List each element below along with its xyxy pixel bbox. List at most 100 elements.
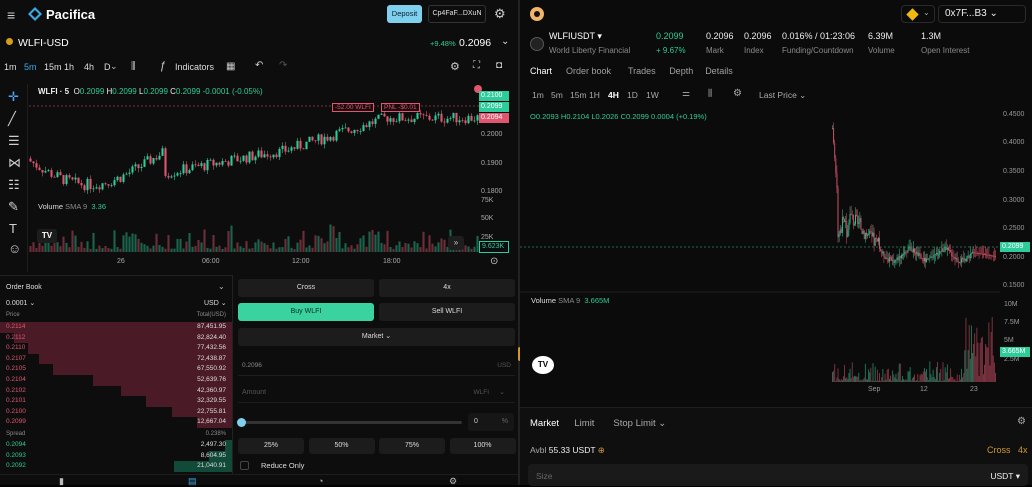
menu-icon[interactable]: ≡ [7, 8, 15, 22]
ask-row[interactable]: 0.2112 82,824.40 [0, 332, 232, 344]
percent-button-25[interactable]: 25% [238, 438, 304, 454]
percent-button-100[interactable]: 100% [449, 438, 516, 454]
order-tab-limit[interactable]: Limit [574, 418, 594, 429]
nav-trade-icon[interactable]: ▤ [188, 476, 197, 487]
wallet-button[interactable]: Cp4FaF...DXuN [428, 5, 486, 23]
ask-row[interactable]: 0.2110 77,432.56 [0, 343, 232, 354]
order-tab-stop-limit[interactable]: Stop Limit ⌄ [613, 418, 666, 429]
tradingview-logo[interactable]: TV [37, 229, 57, 243]
emoji-icon[interactable]: ☺ [8, 242, 21, 256]
indicators-button[interactable]: Indicators [175, 62, 214, 72]
timeframe-5m[interactable]: 5m [24, 62, 37, 72]
bid-row[interactable]: 0.2093 8,604.95 [0, 450, 232, 462]
camera-icon[interactable]: ◘ [496, 60, 502, 71]
ask-row[interactable]: 0.2114 87,451.95 [0, 322, 232, 333]
chevron-down-icon[interactable]: ⌄ [499, 388, 505, 396]
size-unit-select[interactable]: USDT ▾ [990, 471, 1020, 482]
order-type-select[interactable]: Market ⌄ [238, 328, 515, 346]
brush-icon[interactable]: ✎ [8, 200, 19, 214]
amount-slider[interactable] [240, 421, 462, 424]
tab-chart[interactable]: Chart [530, 66, 552, 76]
wallet-address-button[interactable]: 0x7F...B3 ⌄ [938, 5, 1026, 23]
pnl-label[interactable]: PNL -$0.01 [381, 103, 420, 112]
exchange-logo-icon[interactable] [530, 7, 544, 21]
deposit-button[interactable]: Deposit [387, 5, 422, 23]
ask-row[interactable]: 0.2104 52,639.76 [0, 375, 232, 386]
ask-row[interactable]: 0.2100 22,755.81 [0, 406, 232, 418]
layout-grid-icon[interactable]: ▦ [226, 61, 235, 72]
tab-trades[interactable]: Trades [628, 66, 656, 76]
price-chart[interactable]: WLFI · 5 O0.2099 H0.2099 L0.2099 C0.2099… [29, 84, 518, 272]
percent-button-50[interactable]: 50% [308, 438, 375, 454]
ask-row[interactable]: 0.2102 42,360.97 [0, 385, 232, 397]
tick-size-select[interactable]: 0.0001 ⌄ [6, 299, 35, 307]
position-label[interactable]: -52.00 WLFI [332, 103, 374, 112]
slider-percent-field[interactable]: 0 % [468, 413, 514, 431]
margin-mode-button[interactable]: Cross [987, 445, 1011, 455]
price-type-select[interactable]: Last Price ⌄ [759, 90, 806, 101]
timeframe-1H[interactable]: 1H [589, 90, 600, 100]
timeframe-1m[interactable]: 1m [4, 62, 17, 72]
chevron-down-icon[interactable]: ⌄ [218, 282, 225, 291]
text-icon[interactable]: T [9, 222, 17, 236]
timeframe-1D[interactable]: 1D [627, 90, 638, 100]
timeframe-5m[interactable]: 5m [551, 90, 563, 100]
timeframe-1h[interactable]: 1h [64, 62, 74, 72]
percent-button-75[interactable]: 75% [379, 438, 445, 454]
calculator-icon[interactable]: ⚙ [1017, 416, 1026, 427]
amount-field[interactable]: Amount WLFI ⌄ [238, 383, 515, 403]
bid-row[interactable]: 0.2094 2,497.30 [0, 440, 232, 451]
brand-name[interactable]: Pacifica [46, 7, 95, 22]
ticker-symbol-select[interactable]: WLFIUSDT ▾ [549, 31, 602, 42]
timeframe-15m[interactable]: 15m [570, 90, 587, 100]
candle-type-icon[interactable]: ⫼ [131, 61, 136, 72]
ask-row[interactable]: 0.2101 32,329.55 [0, 396, 232, 407]
buy-tab[interactable]: Buy WLFI [238, 303, 374, 321]
redo-icon[interactable]: ↷ [279, 60, 287, 71]
indicators-icon[interactable]: ƒ [160, 60, 166, 72]
ask-row[interactable]: 0.2099 12,667.04 [0, 417, 232, 428]
timeframe-15m[interactable]: 15m [44, 62, 62, 72]
timeframe-1m[interactable]: 1m [532, 90, 544, 100]
chart-settings-small-icon[interactable]: ⊙ [490, 256, 498, 267]
timeframe-4H[interactable]: 4H [608, 90, 619, 100]
timeframe-1W[interactable]: 1W [646, 90, 659, 100]
gear-icon[interactable]: ⚙ [494, 7, 506, 21]
size-input[interactable]: Size USDT ▾ [528, 464, 1028, 486]
undo-icon[interactable]: ↶ [255, 60, 263, 71]
leverage-button[interactable]: 4x [379, 279, 515, 297]
crosshair-icon[interactable]: ✛ [8, 90, 19, 104]
tab-depth[interactable]: Depth [669, 66, 693, 76]
currency-select[interactable]: USD ⌄ [204, 299, 227, 307]
slider-handle[interactable] [237, 418, 246, 427]
horizontal-lines-icon[interactable]: ☰ [8, 134, 20, 148]
timeframe-4h[interactable]: 4h [84, 62, 94, 72]
nav-settings-icon[interactable]: ⚙ [449, 476, 457, 487]
trendline-icon[interactable]: ╱ [8, 112, 16, 126]
order-tab-market[interactable]: Market [530, 418, 559, 429]
price-field[interactable]: 0.2096 USD [238, 356, 515, 376]
scroll-right-button[interactable]: » [448, 236, 464, 250]
tradingview-logo[interactable]: TV [532, 356, 554, 374]
symbol-label[interactable]: WLFI-USD [18, 37, 69, 49]
add-funds-icon[interactable]: ⊕ [598, 445, 605, 455]
pattern-icon[interactable]: ⋈ [8, 156, 21, 170]
network-select[interactable]: ⌄ [901, 5, 935, 23]
ask-row[interactable]: 0.2105 67,550.92 [0, 364, 232, 375]
chevron-down-icon[interactable]: ⌄ [501, 36, 509, 47]
ask-row[interactable]: 0.2107 72,438.87 [0, 353, 232, 365]
leverage-button[interactable]: 4x [1018, 445, 1028, 455]
reduce-only-checkbox[interactable] [240, 461, 249, 470]
chevron-down-icon[interactable]: ⌄ [110, 61, 118, 72]
cross-button[interactable]: Cross [238, 279, 374, 297]
fullscreen-icon[interactable]: ⛶ [473, 60, 480, 71]
bid-row[interactable]: 0.2092 21,040.91 [0, 461, 232, 472]
fib-icon[interactable]: ☷ [8, 178, 20, 192]
tab-details[interactable]: Details [705, 66, 733, 76]
tab-order-book[interactable]: Order book [566, 66, 611, 76]
candle-type-icon[interactable]: ⫼ [708, 88, 712, 99]
chart-settings-icon[interactable]: ⚙ [450, 60, 460, 73]
price-chart[interactable]: O0.2093 H0.2104 L0.2026 C0.2099 0.0004 (… [520, 106, 1032, 405]
indicators-icon[interactable]: ⚌ [682, 88, 690, 99]
chart-settings-icon[interactable]: ⚙ [733, 88, 742, 99]
